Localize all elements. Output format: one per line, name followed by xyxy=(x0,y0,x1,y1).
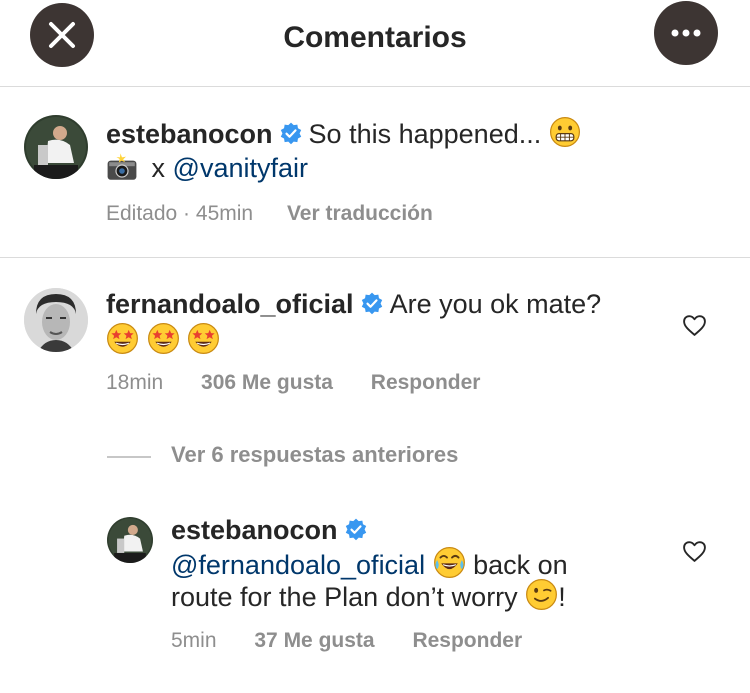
header-bar: Comentarios xyxy=(0,0,750,87)
star-struck-icon xyxy=(147,322,180,355)
replies-line xyxy=(107,456,151,458)
view-replies-button[interactable]: Ver 6 respuestas anteriores xyxy=(171,442,458,468)
caption-divider xyxy=(0,257,750,258)
winking-face-icon xyxy=(526,579,558,610)
verified-badge-icon xyxy=(279,122,303,146)
reply-text-1: back on xyxy=(473,550,568,580)
translate-button[interactable]: Ver traducción xyxy=(287,202,433,225)
comment-likes[interactable]: 306 Me gusta xyxy=(201,371,333,394)
avatar[interactable] xyxy=(107,517,153,563)
mention-link[interactable]: @vanityfair xyxy=(173,153,308,183)
grimacing-face-icon xyxy=(549,117,580,147)
more-options-button[interactable] xyxy=(654,1,718,65)
mention-link[interactable]: @fernandoalo_oficial xyxy=(171,550,425,580)
page-title: Comentarios xyxy=(283,21,467,54)
star-struck-icon xyxy=(187,322,220,355)
comment-time: 18min xyxy=(106,371,164,394)
verified-badge-icon xyxy=(344,518,368,542)
camera-with-flash-icon xyxy=(107,153,137,180)
avatar-image xyxy=(24,288,88,352)
reply-button[interactable]: Responder xyxy=(371,371,481,394)
reply-text-3: ! xyxy=(558,582,566,612)
comment-text: Are you ok mate? xyxy=(389,289,602,319)
caption-x: x xyxy=(151,153,166,183)
reply-button[interactable]: Responder xyxy=(412,629,522,652)
avatar-image xyxy=(24,115,88,179)
caption-text: So this happened... xyxy=(308,119,542,149)
like-heart-icon[interactable] xyxy=(682,313,707,338)
avatar[interactable] xyxy=(24,288,88,352)
caption-username[interactable]: estebanocon xyxy=(106,119,273,149)
reply-username[interactable]: estebanocon xyxy=(171,515,338,545)
comment-username[interactable]: fernandoalo_oficial xyxy=(106,289,354,319)
caption-edited-time: Editado · 45min xyxy=(106,202,254,225)
star-struck-icon xyxy=(106,322,139,355)
tears-of-joy-icon xyxy=(433,547,465,578)
avatar[interactable] xyxy=(24,115,88,179)
reply-time: 5min xyxy=(171,629,217,652)
reply-likes[interactable]: 37 Me gusta xyxy=(254,629,374,652)
more-options-icon xyxy=(671,29,701,37)
avatar-image xyxy=(107,517,153,563)
like-heart-icon[interactable] xyxy=(682,539,707,564)
reply-text-2: route for the Plan don’t worry xyxy=(171,582,518,612)
verified-badge-icon xyxy=(360,292,384,316)
